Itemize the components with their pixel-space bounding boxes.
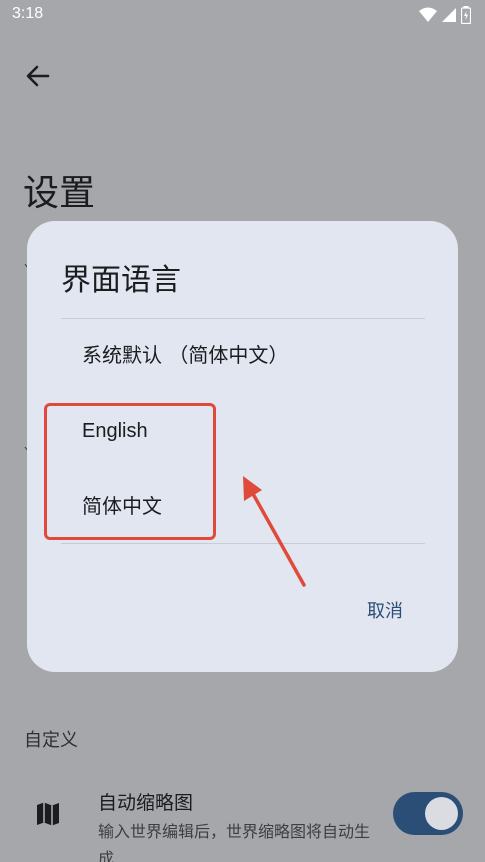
arrow-back-icon	[26, 65, 50, 87]
dialog-title: 界面语言	[61, 263, 181, 298]
map-icon	[37, 802, 59, 826]
wifi-icon	[419, 7, 437, 22]
status-icons	[419, 6, 471, 24]
cancel-button[interactable]: 取消	[367, 597, 403, 623]
dialog-divider-top	[61, 318, 425, 319]
signal-icon	[442, 8, 456, 22]
auto-thumbnail-toggle[interactable]	[393, 792, 463, 835]
dialog-divider-bottom	[61, 543, 425, 544]
page-title: 设置	[23, 173, 96, 214]
battery-icon	[461, 6, 471, 24]
back-button[interactable]	[22, 60, 54, 92]
setting-title: 自动缩略图	[98, 792, 194, 814]
section-header-custom: 自定义	[24, 730, 78, 751]
toggle-knob	[425, 797, 458, 830]
status-time: 3:18	[12, 5, 44, 22]
setting-description: 输入世界编辑后，世界缩略图将自动生成	[98, 822, 371, 862]
status-bar: 3:18	[0, 0, 485, 32]
language-option-system-default[interactable]: 系统默认 （简体中文）	[82, 343, 288, 367]
auto-thumbnail-setting[interactable]: 自动缩略图 输入世界编辑后，世界缩略图将自动生成	[0, 780, 485, 862]
annotation-highlight-box	[44, 403, 216, 540]
